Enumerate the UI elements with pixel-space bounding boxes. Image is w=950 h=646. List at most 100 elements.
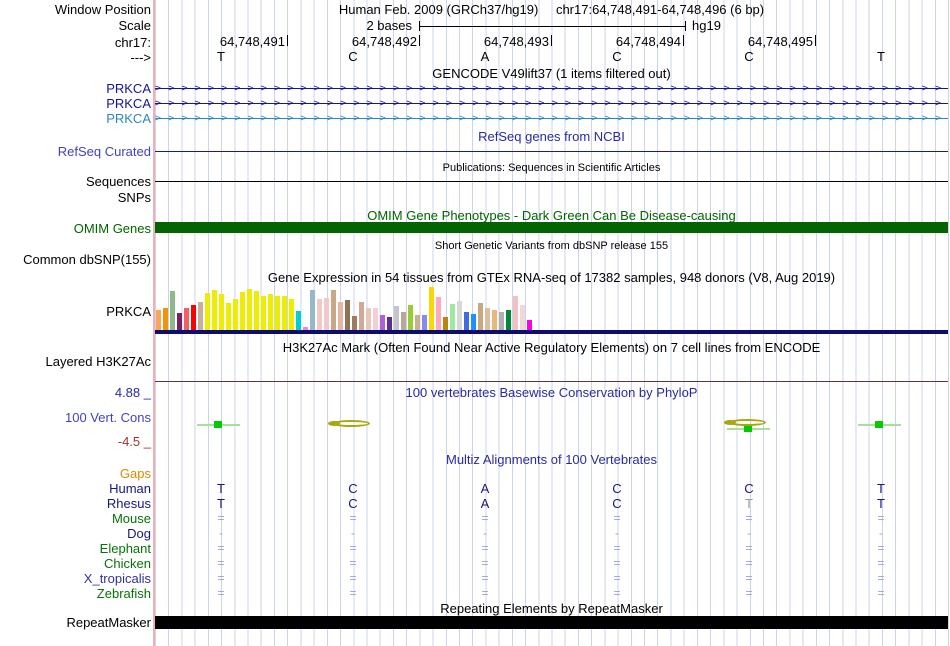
gtex-tissue-bar[interactable] <box>520 305 525 330</box>
multiz-row-label-gaps: Gaps <box>119 466 151 481</box>
h3k27ac-signal-baseline[interactable] <box>155 381 948 382</box>
multiz-alignment-cell: = <box>481 541 489 555</box>
gtex-tissue-bar[interactable] <box>198 302 203 330</box>
gtex-tissue-bar[interactable] <box>408 305 413 330</box>
gtex-tissue-bar[interactable] <box>492 310 497 330</box>
refseq-curated-item[interactable] <box>155 151 948 152</box>
gene-label[interactable]: PRKCA <box>0 81 151 96</box>
multiz-alignment-cell: = <box>613 571 621 585</box>
publications-sequence-item[interactable] <box>155 181 948 182</box>
gtex-tissue-bar[interactable] <box>527 320 532 330</box>
ruler-coordinate: 64,748,494 <box>615 34 681 49</box>
scale-label: Scale <box>118 18 151 33</box>
phylop-min-value: -4.5 _ <box>117 434 151 449</box>
repeatmasker-track-title[interactable]: Repeating Elements by RepeatMasker <box>155 601 948 616</box>
gtex-tissue-bar[interactable] <box>352 316 357 330</box>
conservation-square <box>214 421 222 428</box>
gtex-tissue-bar[interactable] <box>156 310 161 330</box>
gtex-tissue-bar[interactable] <box>170 291 175 330</box>
gtex-tissue-bar[interactable] <box>324 298 329 330</box>
gtex-tissue-bar[interactable] <box>268 294 273 330</box>
gtex-tissue-bar[interactable] <box>415 315 420 330</box>
gtex-tissue-bar[interactable] <box>226 303 231 330</box>
gtex-tissue-bar[interactable] <box>331 290 336 330</box>
gtex-tissue-bar[interactable] <box>485 308 490 330</box>
gtex-tissue-bar[interactable] <box>499 312 504 330</box>
gtex-tissue-bar[interactable] <box>422 315 427 330</box>
gtex-tissue-bar[interactable] <box>247 289 252 330</box>
multiz-track-title[interactable]: Multiz Alignments of 100 Vertebrates <box>155 452 948 467</box>
gtex-tissue-bar[interactable] <box>310 290 315 330</box>
repeatmasker-label: RepeatMasker <box>66 615 151 630</box>
gtex-tissue-bar[interactable] <box>240 292 245 330</box>
omim-gene-bar[interactable] <box>155 222 948 233</box>
gtex-track-title[interactable]: Gene Expression in 54 tissues from GTEx … <box>155 270 948 285</box>
multiz-alignment-cell: = <box>217 511 225 525</box>
gtex-tissue-bar[interactable] <box>373 308 378 330</box>
multiz-alignment-cell: - <box>483 526 487 540</box>
multiz-alignment-cell: = <box>613 541 621 555</box>
gtex-tissue-bar[interactable] <box>296 311 301 330</box>
phylop-max-value: 4.88 _ <box>114 385 151 400</box>
gtex-tissue-bar[interactable] <box>282 296 287 330</box>
repeatmasker-element-bar[interactable] <box>155 616 948 629</box>
dbsnp-track-title[interactable]: Short Genetic Variants from dbSNP releas… <box>155 239 948 254</box>
gtex-tissue-bar[interactable] <box>450 304 455 330</box>
gtex-tissue-bar[interactable] <box>401 312 406 330</box>
gtex-tissue-bar[interactable] <box>394 306 399 330</box>
phylop-track-title[interactable]: 100 vertebrates Basewise Conservation by… <box>155 385 948 400</box>
gtex-tissue-bar[interactable] <box>233 299 238 330</box>
gtex-tissue-bar[interactable] <box>464 312 469 330</box>
multiz-row-label-rhesus: Rhesus <box>106 496 151 511</box>
gtex-tissue-bar[interactable] <box>338 302 343 330</box>
gtex-tissue-bar[interactable] <box>191 305 196 330</box>
multiz-alignment-cell: = <box>217 571 225 585</box>
gtex-tissue-bar[interactable] <box>506 310 511 330</box>
publications-track-title[interactable]: Publications: Sequences in Scientific Ar… <box>155 161 948 176</box>
multiz-alignment-cell: T <box>217 496 225 511</box>
base-letter: C <box>744 49 754 64</box>
multiz-alignment-cell: C <box>612 481 622 496</box>
gtex-expression-bars[interactable] <box>156 286 534 330</box>
gtex-tissue-bar[interactable] <box>163 308 168 330</box>
gtex-tissue-bar[interactable] <box>359 302 364 330</box>
gtex-tissue-bar[interactable] <box>436 297 441 330</box>
gtex-tissue-bar[interactable] <box>387 317 392 330</box>
gencode-track-title[interactable]: GENCODE V49lift37 (1 items filtered out) <box>155 66 948 81</box>
h3k27ac-track-title[interactable]: H3K27Ac Mark (Often Found Near Active Re… <box>155 340 948 355</box>
chromosome-label: chr17: <box>114 35 151 50</box>
gtex-tissue-bar[interactable] <box>429 287 434 330</box>
refseq-track-title[interactable]: RefSeq genes from NCBI <box>155 129 948 144</box>
gtex-tissue-bar[interactable] <box>261 296 266 330</box>
gtex-tissue-bar[interactable] <box>205 293 210 330</box>
gtex-tissue-bar[interactable] <box>212 290 217 330</box>
gtex-tissue-bar[interactable] <box>177 313 182 330</box>
multiz-alignment-cell: - <box>351 526 355 540</box>
gtex-tissue-bar[interactable] <box>345 300 350 330</box>
gtex-tissue-bar[interactable] <box>275 296 280 330</box>
ruler-coordinate: 64,748,492 <box>351 34 417 49</box>
gtex-tissue-bar[interactable] <box>380 315 385 330</box>
multiz-alignment-cell: = <box>217 541 225 555</box>
multiz-alignment-cell: = <box>745 586 753 600</box>
multiz-alignment-cell: = <box>349 586 357 600</box>
window-position-title: Human Feb. 2009 (GRCh37/hg19) chr17:64,7… <box>155 2 948 17</box>
position-range: chr17:64,748,491-64,748,496 (6 bp) <box>555 2 765 17</box>
gene-label[interactable]: PRKCA <box>0 96 151 111</box>
gtex-tissue-bar[interactable] <box>471 314 476 330</box>
multiz-alignment-cell: = <box>877 511 885 525</box>
omim-genes-label: OMIM Genes <box>73 221 151 236</box>
omim-track-title[interactable]: OMIM Gene Phenotypes - Dark Green Can Be… <box>155 208 948 223</box>
multiz-row-label-chicken: Chicken <box>104 556 151 571</box>
gtex-tissue-bar[interactable] <box>184 308 189 330</box>
gtex-tissue-bar[interactable] <box>289 299 294 330</box>
gtex-tissue-bar[interactable] <box>513 296 518 330</box>
gene-label[interactable]: PRKCA <box>0 111 151 126</box>
gtex-tissue-bar[interactable] <box>457 301 462 330</box>
gtex-tissue-bar[interactable] <box>443 317 448 330</box>
gtex-tissue-bar[interactable] <box>219 294 224 330</box>
gtex-tissue-bar[interactable] <box>254 291 259 330</box>
gtex-tissue-bar[interactable] <box>317 299 322 330</box>
gtex-tissue-bar[interactable] <box>366 308 371 330</box>
gtex-tissue-bar[interactable] <box>478 303 483 330</box>
